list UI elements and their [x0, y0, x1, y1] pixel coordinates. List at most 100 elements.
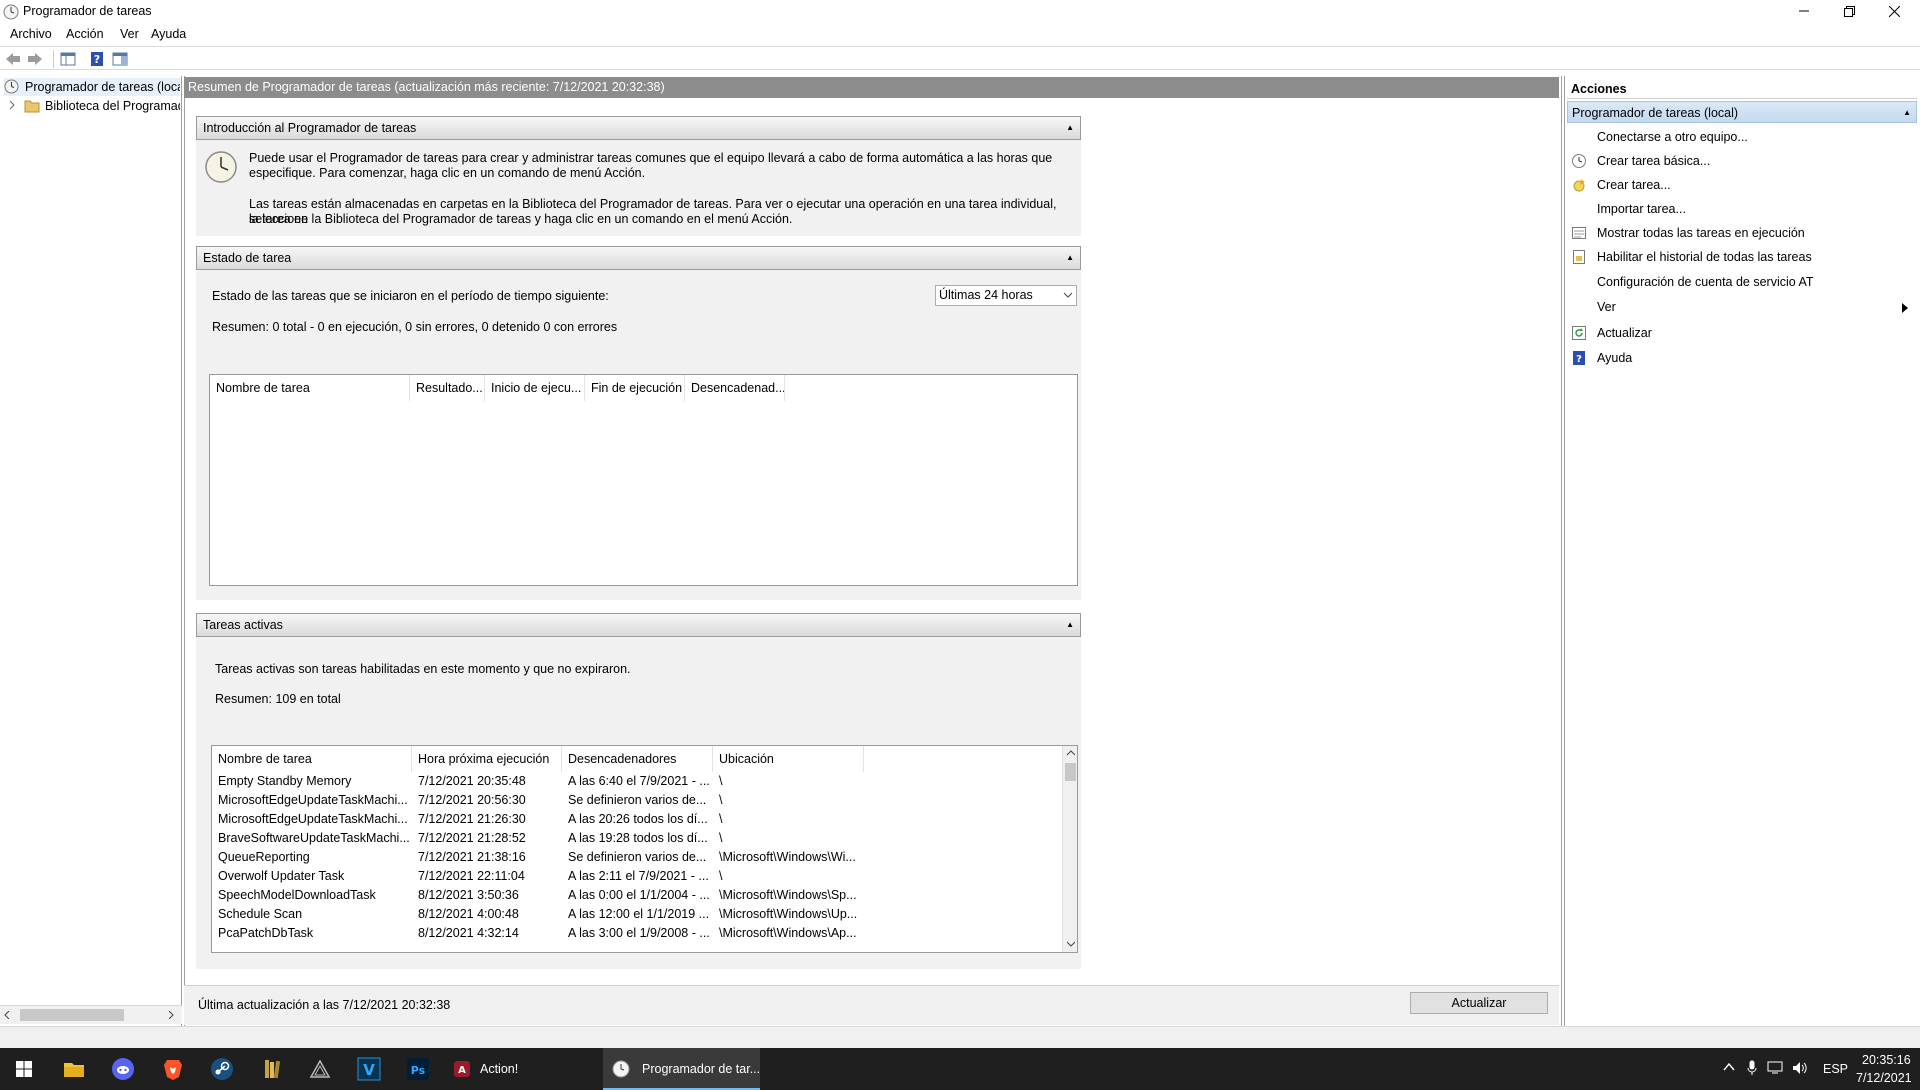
action-show-running-tasks[interactable]: Mostrar todas las tareas en ejecución [1597, 226, 1805, 240]
microphone-icon[interactable] [1747, 1060, 1757, 1076]
folder-icon [24, 98, 40, 113]
action-refresh[interactable]: Actualizar [1597, 326, 1652, 340]
menu-archivo[interactable]: Archivo [10, 27, 52, 41]
action-help[interactable]: Ayuda [1597, 351, 1632, 365]
restore-button[interactable] [1826, 0, 1872, 22]
intro-section-header[interactable]: Introducción al Programador de tareas ▲ [196, 116, 1081, 140]
volume-icon[interactable] [1792, 1061, 1810, 1075]
v-app-icon[interactable]: V [356, 1056, 382, 1082]
toolbar: ? [0, 46, 1920, 70]
show-hide-console-tree-icon[interactable] [59, 50, 77, 68]
windows-start-icon[interactable] [11, 1056, 37, 1082]
action-view[interactable]: Ver [1597, 300, 1616, 314]
column-header[interactable]: Desencadenad... [685, 375, 785, 401]
scroll-thumb[interactable] [1065, 763, 1076, 781]
table-row[interactable]: Overwolf Updater Task 7/12/2021 22:11:04 A… [212, 867, 1062, 886]
active-task-table[interactable]: Nombre de tarea Hora próxima ejecución D… [211, 745, 1078, 953]
action-create-basic-task[interactable]: Crear tarea básica... [1597, 154, 1710, 168]
clock-icon [4, 79, 19, 94]
tray-overflow-chevron-icon[interactable] [1723, 1062, 1735, 1072]
scroll-up-icon[interactable] [1067, 750, 1075, 756]
chevron-down-icon[interactable] [1063, 292, 1073, 299]
refresh-button[interactable]: Actualizar [1410, 992, 1548, 1014]
brave-icon[interactable] [160, 1056, 186, 1082]
active-title: Tareas activas [203, 618, 283, 632]
show-hide-action-pane-icon[interactable] [111, 50, 129, 68]
intro-section: Puede usar el Programador de tareas para… [196, 140, 1081, 236]
period-select[interactable]: Últimas 24 horas [935, 285, 1077, 306]
column-header[interactable]: Fin de ejecución [585, 375, 685, 401]
tray-time[interactable]: 20:35:16 [1862, 1053, 1911, 1067]
table-cell: Se definieron varios de... [568, 793, 707, 807]
column-header[interactable]: Nombre de tarea [212, 746, 412, 772]
tree-item-root[interactable]: Programador de tareas (local) [4, 78, 180, 96]
discord-icon[interactable] [110, 1056, 136, 1082]
action-connect-other-computer[interactable]: Conectarse a otro equipo... [1597, 130, 1748, 144]
table-row[interactable]: QueueReporting 7/12/2021 21:38:16 Se defin… [212, 848, 1062, 867]
action-at-service-account[interactable]: Configuración de cuenta de servicio AT [1597, 275, 1814, 289]
status-task-table[interactable]: Nombre de tarea Resultado... Inicio de e… [209, 374, 1078, 586]
scroll-left-icon[interactable] [4, 1011, 10, 1019]
action-app-label: Action! [480, 1062, 519, 1076]
taskbar-task-scheduler-app[interactable]: Programador de tar... [603, 1048, 760, 1090]
action-create-task[interactable]: Crear tarea... [1597, 178, 1671, 192]
table-row[interactable]: Empty Standby Memory 7/12/2021 20:35:48 A … [212, 772, 1062, 791]
file-explorer-icon[interactable] [61, 1056, 87, 1082]
column-header[interactable]: Nombre de tarea [210, 375, 410, 401]
table-row[interactable]: Schedule Scan 8/12/2021 4:00:48 A las 12:0… [212, 905, 1062, 924]
table-cell: SpeechModelDownloadTask [218, 888, 376, 902]
column-header[interactable]: Inicio de ejecu... [485, 375, 585, 401]
collapse-icon[interactable]: ▲ [1066, 620, 1074, 629]
collapse-icon[interactable]: ▲ [1066, 123, 1074, 132]
column-header[interactable]: Hora próxima ejecución [412, 746, 562, 772]
tree-item-library[interactable]: Biblioteca del Programador de tareas [4, 97, 180, 115]
photoshop-icon[interactable]: Ps [405, 1056, 431, 1082]
column-header[interactable]: Ubicación [713, 746, 864, 772]
actions-pane [1564, 76, 1920, 1026]
table-row[interactable]: MicrosoftEdgeUpdateTaskMachi... 7/12/2021… [212, 810, 1062, 829]
column-header[interactable]: Desencadenadores [562, 746, 713, 772]
help-icon[interactable]: ? [88, 50, 106, 68]
tree-horizontal-scrollbar[interactable] [0, 1005, 182, 1024]
menu-ayuda[interactable]: Ayuda [151, 27, 186, 41]
menu-ver[interactable]: Ver [120, 27, 139, 41]
network-icon[interactable] [1767, 1061, 1785, 1075]
vertical-scrollbar[interactable] [1062, 746, 1077, 952]
forward-arrow-icon[interactable] [26, 50, 44, 68]
table-row[interactable]: PcaPatchDbTask 8/12/2021 4:32:14 A las 3:0… [212, 924, 1062, 943]
table-cell: A las 3:00 el 1/9/2008 - ... [568, 926, 710, 940]
menu-accion[interactable]: Acción [66, 27, 104, 41]
steam-icon[interactable] [209, 1056, 235, 1082]
action-enable-all-history[interactable]: Habilitar el historial de todas las tare… [1597, 250, 1812, 264]
collapse-icon[interactable]: ▲ [1903, 108, 1911, 117]
actions-title: Acciones [1567, 78, 1917, 99]
triangle-app-icon[interactable] [307, 1056, 333, 1082]
active-section-header[interactable]: Tareas activas ▲ [196, 613, 1081, 637]
table-row[interactable]: BraveSoftwareUpdateTaskMachi... 7/12/2021… [212, 829, 1062, 848]
column-header[interactable]: Resultado... [410, 375, 485, 401]
tray-date[interactable]: 7/12/2021 [1856, 1071, 1912, 1085]
console-tree: Programador de tareas (local) Biblioteca… [0, 76, 182, 1026]
actions-group-header[interactable]: Programador de tareas (local) ▲ [1567, 101, 1917, 123]
large-clock-icon [204, 150, 238, 184]
library-icon[interactable] [259, 1056, 285, 1082]
scroll-thumb[interactable] [20, 1009, 124, 1021]
scroll-down-icon[interactable] [1067, 941, 1075, 947]
close-button[interactable] [1871, 0, 1917, 22]
back-arrow-icon[interactable] [4, 50, 22, 68]
table-row[interactable]: MicrosoftEdgeUpdateTaskMachi... 7/12/2021… [212, 791, 1062, 810]
tray-language[interactable]: ESP [1823, 1062, 1848, 1076]
window-title: Programador de tareas [23, 4, 152, 18]
collapse-icon[interactable]: ▲ [1066, 253, 1074, 262]
scroll-right-icon[interactable] [168, 1011, 174, 1019]
status-section-header[interactable]: Estado de tarea ▲ [196, 246, 1081, 270]
action-import-task[interactable]: Importar tarea... [1597, 202, 1686, 216]
minimize-button[interactable] [1781, 0, 1827, 22]
table-cell: A las 19:28 todos los dí... [568, 831, 708, 845]
table-row[interactable]: SpeechModelDownloadTask 8/12/2021 3:50:36… [212, 886, 1062, 905]
submenu-arrow-icon[interactable] [1902, 303, 1908, 313]
tree-library-label: Biblioteca del Programador de tareas [45, 99, 180, 113]
taskbar-action-app[interactable]: A Action! [445, 1048, 595, 1090]
table-cell: QueueReporting [218, 850, 310, 864]
chevron-right-icon[interactable] [8, 100, 16, 110]
